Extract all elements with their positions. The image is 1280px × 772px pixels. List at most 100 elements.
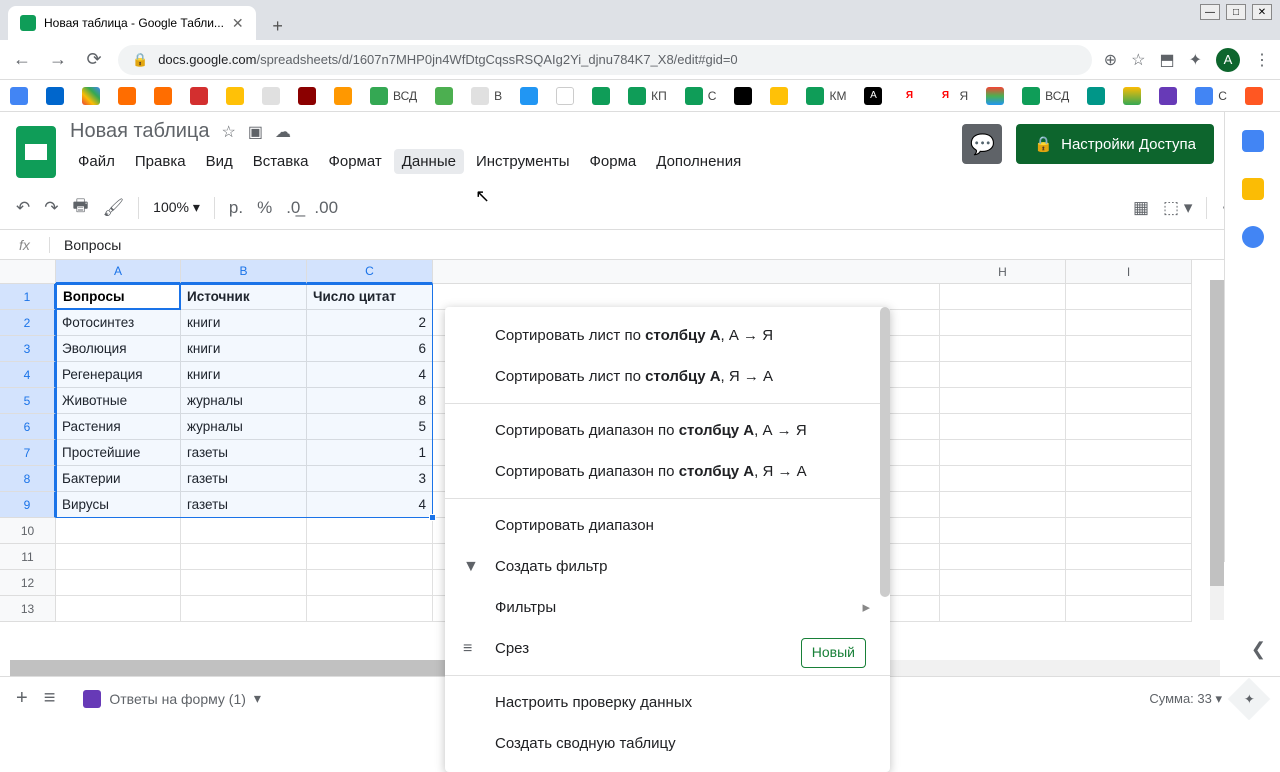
col-header-i[interactable]: I <box>1066 260 1192 284</box>
back-button[interactable]: ← <box>10 49 34 70</box>
row-header[interactable]: 8 <box>0 466 56 492</box>
cell[interactable]: журналы <box>181 388 307 414</box>
select-all-corner[interactable] <box>0 260 56 284</box>
menu-sort-range-za[interactable]: Сортировать диапазон по столбцу A, Я → А <box>445 451 890 492</box>
menu-sort-range[interactable]: Сортировать диапазон <box>445 505 890 546</box>
col-header-a[interactable]: A <box>56 260 181 284</box>
row-header[interactable]: 1 <box>0 284 56 310</box>
cell[interactable]: 2 <box>307 310 433 336</box>
bookmark-icon[interactable] <box>592 87 610 105</box>
cell[interactable] <box>1066 414 1192 440</box>
vertical-scrollbar[interactable] <box>1210 280 1224 620</box>
merge-button[interactable]: ⬚ ▾ <box>1163 198 1192 218</box>
add-sheet-button[interactable]: + <box>16 687 28 710</box>
menu-view[interactable]: Вид <box>198 149 241 174</box>
row-header[interactable]: 10 <box>0 518 56 544</box>
currency-button[interactable]: р. <box>229 198 243 218</box>
tasks-icon[interactable] <box>1242 226 1264 248</box>
menu-tools[interactable]: Инструменты <box>468 149 578 174</box>
bookmark-icon[interactable] <box>806 87 824 105</box>
cell[interactable] <box>1066 362 1192 388</box>
bookmark-icon[interactable] <box>226 87 244 105</box>
row-header[interactable]: 7 <box>0 440 56 466</box>
cell[interactable]: газеты <box>181 466 307 492</box>
formula-input[interactable]: Вопросы <box>50 237 135 253</box>
cell[interactable] <box>940 440 1066 466</box>
bookmark-icon[interactable] <box>154 87 172 105</box>
calendar-icon[interactable] <box>1242 130 1264 152</box>
cell[interactable] <box>940 284 1066 310</box>
bookmark-icon[interactable]: A <box>864 87 882 105</box>
move-icon[interactable]: ▣ <box>248 122 263 142</box>
row-header[interactable]: 2 <box>0 310 56 336</box>
redo-button[interactable]: ↷ <box>44 198 58 218</box>
keep-icon[interactable] <box>1242 178 1264 200</box>
forward-button[interactable]: → <box>46 49 70 70</box>
url-input[interactable]: 🔒 docs.google.com/spreadsheets/d/1607n7M… <box>118 45 1092 75</box>
bookmark-icon[interactable] <box>262 87 280 105</box>
window-maximize[interactable]: □ <box>1226 4 1246 20</box>
cell[interactable] <box>1066 388 1192 414</box>
print-button[interactable]: 🖶 <box>73 193 89 222</box>
row-header[interactable]: 11 <box>0 544 56 570</box>
tab-close-icon[interactable]: ✕ <box>232 15 244 32</box>
window-minimize[interactable]: — <box>1200 4 1220 20</box>
menu-form[interactable]: Форма <box>582 149 645 174</box>
extensions-icon[interactable]: ✦ <box>1189 50 1202 70</box>
cell[interactable]: Бактерии <box>56 466 181 492</box>
bookmark-icon[interactable] <box>46 87 64 105</box>
bookmark-icon[interactable] <box>1123 87 1141 105</box>
cloud-status-icon[interactable]: ☁ <box>275 122 291 142</box>
bookmark-icon[interactable] <box>298 87 316 105</box>
cell[interactable] <box>940 388 1066 414</box>
undo-button[interactable]: ↶ <box>16 198 30 218</box>
bookmark-icon[interactable] <box>986 87 1004 105</box>
bookmark-icon[interactable] <box>1159 87 1177 105</box>
bookmark-icon[interactable] <box>471 87 489 105</box>
menu-edit[interactable]: Правка <box>127 149 194 174</box>
sum-status[interactable]: Сумма: 33 ▾ <box>1149 691 1222 707</box>
row-header[interactable]: 12 <box>0 570 56 596</box>
cell[interactable]: 1 <box>307 440 433 466</box>
cell[interactable]: книги <box>181 310 307 336</box>
star-icon[interactable]: ☆ <box>1131 50 1145 70</box>
selection-handle[interactable] <box>429 514 436 521</box>
cell[interactable]: Простейшие <box>56 440 181 466</box>
cell[interactable] <box>940 310 1066 336</box>
zoom-select[interactable]: 100% ▾ <box>153 199 200 216</box>
menu-format[interactable]: Формат <box>320 149 389 174</box>
cell[interactable]: Вирусы <box>56 492 181 518</box>
cell[interactable]: Растения <box>56 414 181 440</box>
bookmark-icon[interactable] <box>685 87 703 105</box>
side-panel-collapse-icon[interactable]: ❮ <box>1251 639 1266 660</box>
cell[interactable]: газеты <box>181 492 307 518</box>
bookmark-icon[interactable] <box>370 87 388 105</box>
cell[interactable]: Источник <box>181 284 307 310</box>
bookmark-icon[interactable] <box>770 87 788 105</box>
new-tab-button[interactable]: + <box>264 12 292 40</box>
row-header[interactable]: 9 <box>0 492 56 518</box>
cell[interactable]: Эволюция <box>56 336 181 362</box>
cell[interactable] <box>1066 466 1192 492</box>
cell[interactable]: Регенерация <box>56 362 181 388</box>
cell[interactable]: книги <box>181 362 307 388</box>
bookmark-icon[interactable] <box>82 87 100 105</box>
fx-icon[interactable]: fx <box>0 237 50 253</box>
cell[interactable]: журналы <box>181 414 307 440</box>
cell[interactable] <box>1066 310 1192 336</box>
sheet-tab[interactable]: Ответы на форму (1) ▾ <box>71 684 273 714</box>
menu-file[interactable]: Файл <box>70 149 123 174</box>
decimal-decrease-button[interactable]: .0̲ <box>286 198 300 218</box>
cell[interactable]: Число цитат <box>307 284 433 310</box>
menu-sort-sheet-az[interactable]: Сортировать лист по столбцу A, А → Я <box>445 315 890 356</box>
cell[interactable]: Животные <box>56 388 181 414</box>
bookmark-icon[interactable] <box>520 87 538 105</box>
bookmark-icon[interactable] <box>435 87 453 105</box>
cell[interactable]: 6 <box>307 336 433 362</box>
menu-insert[interactable]: Вставка <box>245 149 317 174</box>
window-close[interactable]: ✕ <box>1252 4 1272 20</box>
borders-button[interactable]: ▦ <box>1133 198 1149 218</box>
menu-sort-sheet-za[interactable]: Сортировать лист по столбцу A, Я → А <box>445 356 890 397</box>
bookmark-icon[interactable] <box>10 87 28 105</box>
row-header[interactable]: 4 <box>0 362 56 388</box>
